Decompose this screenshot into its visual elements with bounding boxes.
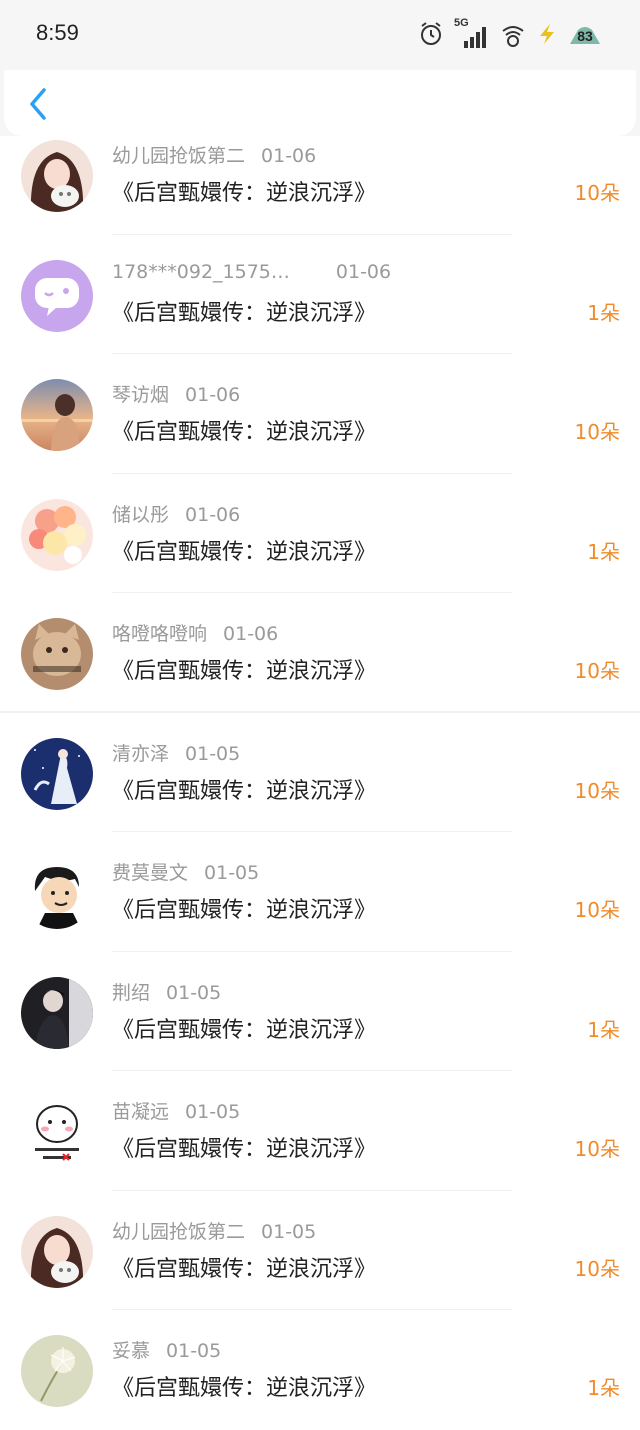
gift-date: 01-06 [185,384,241,406]
user-name[interactable]: 费莫曼文 [112,862,188,884]
user-name[interactable]: 清亦泽 [112,743,169,765]
avatar[interactable] [21,1335,93,1407]
book-title[interactable]: 《后宫甄嬛传：逆浪沉浮》 [112,892,376,924]
gift-row[interactable]: 清亦泽 01-05 《后宫甄嬛传：逆浪沉浮》 10朵 [0,713,640,832]
gift-date: 01-05 [166,981,222,1004]
gift-row[interactable]: 幼儿园抢饭第二 01-06 《后宫甄嬛传：逆浪沉浮》 10朵 [0,115,640,235]
user-name[interactable]: 咯噔咯噔响 [112,623,207,645]
avatar[interactable] [21,1096,93,1168]
status-bar: 8:59 5G 83 [0,0,640,70]
gift-date: 01-06 [185,503,241,526]
gift-date: 01-06 [335,260,392,283]
gift-meta: 费莫曼文 01-05 [112,858,259,885]
gift-amount: 1朵 [587,300,620,325]
wifi-icon [500,21,526,47]
gift-meta: 琴访烟 01-06 [112,380,240,407]
gift-date: 01-05 [185,742,241,765]
book-title[interactable]: 《后宫甄嬛传：逆浪沉浮》 [112,653,376,685]
gift-row[interactable]: 费莫曼文 01-05 《后宫甄嬛传：逆浪沉浮》 10朵 [0,832,640,952]
status-time: 8:59 [36,20,79,45]
gift-row[interactable]: 琴访烟 01-06 《后宫甄嬛传：逆浪沉浮》 10朵 [0,354,640,474]
gift-meta: 荆绍 01-05 [112,978,221,1005]
user-name[interactable]: 琴访烟 [112,384,169,406]
avatar[interactable] [21,140,93,212]
gift-meta: 苗凝远 01-05 [112,1097,240,1124]
gift-meta: 储以彤 01-06 [112,500,240,527]
avatar[interactable] [21,1215,93,1288]
user-name[interactable]: 储以彤 [112,504,169,526]
gift-amount: 10朵 [574,778,620,803]
alarm-icon [418,21,444,47]
avatar[interactable] [21,618,93,690]
charging-icon [536,22,558,46]
user-name[interactable]: 178***092_1575… [112,261,290,283]
user-name[interactable]: 幼儿园抢饭第二 [112,145,245,167]
book-title[interactable]: 《后宫甄嬛传：逆浪沉浮》 [112,175,376,207]
gift-amount: 10朵 [574,898,620,922]
gift-amount: 10朵 [574,659,620,683]
battery-level: 83 [577,28,593,44]
gift-amount: 10朵 [574,181,620,205]
user-name[interactable]: 苗凝远 [112,1101,169,1123]
book-title[interactable]: 《后宫甄嬛传：逆浪沉浮》 [112,1131,376,1163]
user-name[interactable]: 妥慕 [112,1340,150,1362]
gift-meta: 清亦泽 01-05 [112,739,240,766]
gift-row[interactable]: 苗凝远 01-05 《后宫甄嬛传：逆浪沉浮》 10朵 [0,1071,640,1191]
gift-meta: 178***092_1575… 01-06 [112,261,391,283]
book-title[interactable]: 《后宫甄嬛传：逆浪沉浮》 [112,773,376,805]
gift-row[interactable]: 荆绍 01-05 《后宫甄嬛传：逆浪沉浮》 1朵 [0,952,640,1071]
gift-amount: 10朵 [574,1137,620,1161]
book-title[interactable]: 《后宫甄嬛传：逆浪沉浮》 [112,1251,376,1283]
gift-meta: 幼儿园抢饭第二 01-06 [112,141,316,168]
gift-date: 01-06 [223,623,279,645]
gift-amount: 10朵 [574,1256,620,1281]
signal-icon: 5G [454,17,490,49]
gift-row[interactable]: 幼儿园抢饭第二 01-05 《后宫甄嬛传：逆浪沉浮》 10朵 [0,1191,640,1310]
gift-meta: 幼儿园抢饭第二 01-05 [112,1217,316,1244]
status-icons: 5G 83 [418,17,602,50]
book-title[interactable]: 《后宫甄嬛传：逆浪沉浮》 [112,1012,376,1044]
gift-meta: 妥慕 01-05 [112,1336,221,1363]
gift-date: 01-05 [185,1101,241,1123]
user-name[interactable]: 荆绍 [112,982,150,1004]
book-title[interactable]: 《后宫甄嬛传：逆浪沉浮》 [112,295,376,327]
network-label: 5G [454,17,469,29]
avatar[interactable] [21,976,93,1049]
gift-amount: 1朵 [587,1017,620,1042]
avatar[interactable] [21,737,93,810]
gift-row[interactable]: 咯噔咯噔响 01-06 《后宫甄嬛传：逆浪沉浮》 10朵 [0,593,640,713]
gift-amount: 1朵 [587,539,620,564]
book-title[interactable]: 《后宫甄嬛传：逆浪沉浮》 [112,1370,376,1402]
gift-row[interactable]: 178***092_1575… 01-06 《后宫甄嬛传：逆浪沉浮》 1朵 [0,235,640,354]
gift-date: 01-05 [261,1220,317,1243]
gift-date: 01-05 [204,862,260,884]
gift-date: 01-06 [261,145,317,167]
battery-icon: 83 [568,22,602,46]
gift-amount: 10朵 [574,420,620,444]
avatar[interactable] [21,259,93,332]
gift-meta: 咯噔咯噔响 01-06 [112,619,278,646]
avatar[interactable] [21,498,93,571]
gift-row[interactable]: 储以彤 01-06 《后宫甄嬛传：逆浪沉浮》 1朵 [0,474,640,593]
gift-amount: 1朵 [587,1376,620,1400]
user-name[interactable]: 幼儿园抢饭第二 [112,1221,245,1243]
gift-date: 01-05 [166,1340,222,1362]
avatar[interactable] [21,857,93,929]
book-title[interactable]: 《后宫甄嬛传：逆浪沉浮》 [112,414,376,446]
book-title[interactable]: 《后宫甄嬛传：逆浪沉浮》 [112,534,376,566]
gift-row[interactable]: 妥慕 01-05 《后宫甄嬛传：逆浪沉浮》 1朵 [0,1310,640,1430]
avatar[interactable] [21,379,93,451]
